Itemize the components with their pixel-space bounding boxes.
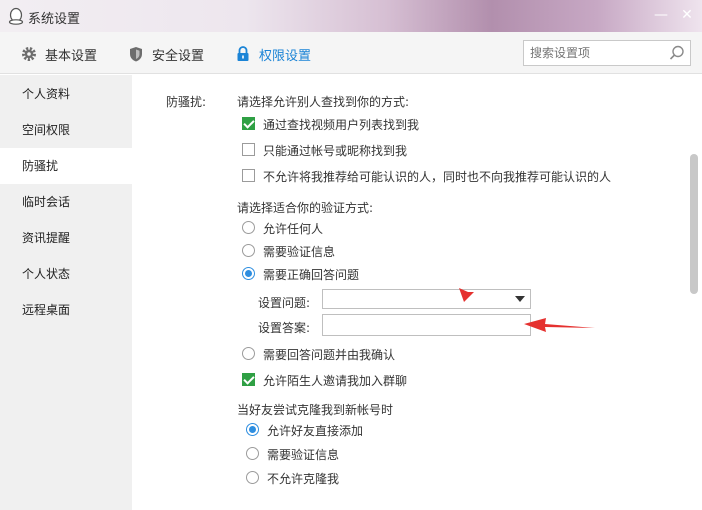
sidebar: 个人资料 空间权限 防骚扰 临时会话 资讯提醒 个人状态 远程桌面 [0, 75, 132, 510]
section-label: 防骚扰: [166, 95, 207, 109]
title-bar: 系统设置 — ✕ [0, 0, 702, 32]
sidebar-item-space-permission[interactable]: 空间权限 [0, 112, 132, 148]
radio-label: 不允许克隆我 [267, 472, 340, 486]
checkbox-label: 通过查找视频用户列表找到我 [263, 118, 420, 132]
tab-label: 安全设置 [152, 48, 205, 64]
annotation-arrow-left-icon [524, 318, 595, 332]
radio-label: 需要验证信息 [263, 245, 336, 259]
checkbox-label: 允许陌生人邀请我加入群聊 [263, 374, 408, 388]
close-button[interactable]: ✕ [680, 8, 694, 22]
checkbox-label: 只能通过帐号或昵称找到我 [263, 144, 408, 158]
radio-label: 允许任何人 [263, 222, 324, 236]
tab-security-settings[interactable]: 安全设置 [127, 44, 204, 64]
search-icon[interactable] [668, 44, 686, 62]
annotation-arrow-down-icon [459, 255, 477, 302]
radio-label: 需要验证信息 [267, 448, 340, 462]
lock-icon [237, 46, 249, 61]
answer-label: 设置答案: [258, 321, 311, 335]
checkbox-label: 不允许将我推荐给可能认识的人，同时也不向我推荐可能认识的人 [263, 170, 612, 184]
radio-clone-deny[interactable] [246, 471, 259, 484]
radio-answer-and-confirm[interactable] [242, 347, 255, 360]
radio-clone-allow[interactable] [246, 423, 259, 436]
checkbox-find-video-list[interactable] [242, 117, 255, 130]
checkbox-group-invite[interactable] [242, 373, 255, 386]
sidebar-item-profile[interactable]: 个人资料 [0, 76, 132, 112]
annotation-arrows [459, 255, 595, 332]
shield-icon [130, 47, 142, 62]
radio-label: 需要回答问题并由我确认 [263, 348, 396, 362]
checkbox-no-recommend[interactable] [242, 169, 255, 182]
sidebar-item-news-alert[interactable]: 资讯提醒 [0, 220, 132, 256]
clone-heading: 当好友尝试克隆我到新帐号时 [237, 403, 394, 417]
radio-clone-verify[interactable] [246, 447, 259, 460]
radio-answer-question[interactable] [242, 267, 255, 280]
window-title: 系统设置 [28, 12, 81, 27]
sidebar-item-anti-harassment[interactable]: 防骚扰 [0, 148, 132, 184]
verify-heading: 请选择适合你的验证方式: [237, 201, 374, 215]
radio-label: 允许好友直接添加 [267, 424, 364, 438]
radio-need-verify-info[interactable] [242, 244, 255, 257]
tab-permission-settings[interactable]: 权限设置 [234, 44, 311, 64]
tab-label: 权限设置 [259, 48, 312, 64]
app-logo-icon [8, 7, 24, 25]
sidebar-item-remote-desktop[interactable]: 远程桌面 [0, 292, 132, 328]
question-label: 设置问题: [258, 296, 311, 310]
radio-allow-anyone[interactable] [242, 221, 255, 234]
radio-label: 需要正确回答问题 [263, 268, 360, 282]
scrollbar[interactable] [690, 154, 698, 294]
tab-basic-settings[interactable]: 基本设置 [20, 44, 97, 64]
checkbox-find-by-account[interactable] [242, 143, 255, 156]
find-heading: 请选择允许别人查找到你的方式: [237, 95, 410, 109]
search-input[interactable] [530, 45, 664, 61]
settings-tab-bar: 基本设置 安全设置 权限设置 [0, 32, 702, 74]
tab-label: 基本设置 [45, 48, 98, 64]
gear-icon [22, 47, 36, 61]
sidebar-item-personal-status[interactable]: 个人状态 [0, 256, 132, 292]
search-box[interactable] [523, 40, 691, 66]
sidebar-item-temp-session[interactable]: 临时会话 [0, 184, 132, 220]
minimize-button[interactable]: — [654, 8, 668, 22]
